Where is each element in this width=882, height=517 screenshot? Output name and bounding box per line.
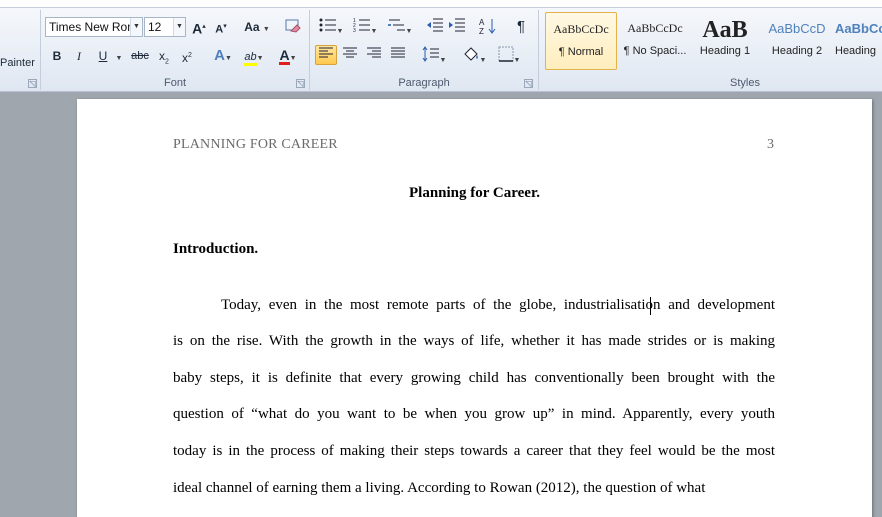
- grow-font-icon: A: [192, 20, 203, 37]
- grow-font-button[interactable]: A▴: [190, 17, 208, 37]
- format-painter-button[interactable]: Painter: [0, 57, 35, 69]
- align-center-button[interactable]: [340, 46, 360, 66]
- font-name-combo[interactable]: Times New Rom ▼: [45, 17, 143, 37]
- style-no-spacing[interactable]: AaBbCcDc ¶ No Spaci...: [619, 12, 691, 70]
- borders-button[interactable]: ▼: [495, 46, 523, 66]
- paint-bucket-icon: [463, 47, 478, 61]
- chevron-down-icon[interactable]: ▼: [130, 18, 142, 36]
- numbering-icon: 123: [353, 18, 370, 34]
- style-name: Heading 2: [771, 45, 823, 57]
- text-effects-icon: A: [214, 47, 225, 64]
- justify-icon: [391, 47, 405, 58]
- style-sample: AaBbCc: [835, 21, 882, 36]
- style-sample: AaBbCcDc: [553, 22, 609, 36]
- style-sample: AaBbCcDc: [627, 21, 683, 35]
- sort-button[interactable]: AZ: [478, 17, 498, 37]
- font-color-button[interactable]: A▼: [274, 46, 302, 66]
- font-size-value: 12: [148, 20, 162, 34]
- svg-text:Z: Z: [479, 27, 484, 35]
- section-heading: Introduction.: [173, 241, 259, 257]
- style-name: Heading 1: [699, 45, 751, 57]
- font-launcher-icon[interactable]: ◹: [296, 79, 305, 88]
- paragraph-line: baby steps, it is definite that every gr…: [173, 370, 775, 386]
- style-heading-2[interactable]: AaBbCcD Heading 2: [761, 12, 833, 70]
- decrease-indent-icon: [427, 18, 443, 32]
- decrease-indent-button[interactable]: [425, 17, 445, 37]
- multilevel-list-icon: [387, 19, 405, 31]
- align-left-button[interactable]: [315, 45, 337, 65]
- ribbon: Painter ◹ Times New Rom ▼ 12 ▼ A▴ A▾ Aa …: [0, 0, 882, 92]
- highlight-button[interactable]: ab▼: [240, 46, 268, 66]
- text-cursor: [650, 297, 651, 315]
- text-effects-button[interactable]: A▼: [210, 46, 236, 66]
- multilevel-list-button[interactable]: ▼: [385, 17, 415, 37]
- bullets-icon: [319, 18, 336, 32]
- subscript-button[interactable]: x2: [155, 46, 173, 66]
- align-right-button[interactable]: [364, 46, 384, 66]
- svg-text:A: A: [479, 18, 485, 27]
- paragraph-launcher-icon[interactable]: ◹: [524, 79, 533, 88]
- paragraph-line: question of “what do you want to be when…: [173, 406, 775, 422]
- page-number: 3: [767, 137, 774, 152]
- svg-text:3: 3: [353, 28, 356, 33]
- paragraph-line: today is in the process of making their …: [173, 443, 775, 459]
- font-group-label: Font: [163, 77, 186, 89]
- underline-button[interactable]: U: [94, 46, 112, 66]
- line-spacing-icon: [422, 46, 439, 62]
- align-left-icon: [319, 47, 333, 58]
- increase-indent-button[interactable]: [447, 17, 467, 37]
- line-spacing-button[interactable]: ▼: [420, 46, 448, 66]
- style-sample: AaBbCcD: [768, 21, 826, 36]
- clear-formatting-icon: [285, 19, 301, 33]
- font-name-value: Times New Rom: [49, 20, 138, 34]
- underline-dropdown[interactable]: ▼: [114, 46, 124, 66]
- bullets-button[interactable]: ▼: [316, 17, 346, 37]
- paragraph-line: is on the rise. With the growth in the w…: [173, 333, 775, 349]
- change-case-button[interactable]: Aa ▼: [243, 17, 271, 37]
- change-case-icon: Aa: [244, 20, 260, 34]
- paragraph-line: ideal channel of earning them a living. …: [173, 480, 706, 496]
- style-name: ¶ Normal: [558, 46, 604, 58]
- superscript-button[interactable]: x2: [178, 46, 196, 66]
- sort-icon: AZ: [479, 18, 496, 36]
- shading-button[interactable]: ▼: [460, 46, 488, 66]
- document-page[interactable]: PLANNING FOR CAREER 3 Planning for Caree…: [77, 99, 872, 517]
- font-size-combo[interactable]: 12 ▼: [144, 17, 186, 37]
- styles-gallery: AaBbCcDc ¶ Normal AaBbCcDc ¶ No Spaci...…: [543, 12, 882, 72]
- styles-group-label: Styles: [730, 77, 760, 89]
- clipboard-launcher-icon[interactable]: ◹: [28, 79, 37, 88]
- style-heading-1[interactable]: AaB Heading 1: [689, 12, 761, 70]
- paragraph-group-label: Paragraph: [398, 77, 450, 89]
- paragraph-line: Today, even in the most remote parts of …: [221, 297, 775, 313]
- style-sample: AaB: [702, 17, 748, 43]
- show-marks-button[interactable]: ¶: [512, 17, 530, 37]
- style-name: ¶ No Spaci...: [623, 45, 687, 57]
- font-color-icon: A: [279, 47, 290, 65]
- increase-indent-icon: [449, 18, 465, 32]
- bold-button[interactable]: B: [48, 46, 66, 66]
- chevron-down-icon[interactable]: ▼: [173, 18, 185, 36]
- borders-icon: [498, 46, 514, 62]
- style-normal[interactable]: AaBbCcDc ¶ Normal: [545, 12, 617, 70]
- style-heading-3[interactable]: AaBbCc Heading: [835, 12, 882, 70]
- ribbon-top-strip: [0, 0, 882, 8]
- highlight-icon: ab: [244, 51, 257, 66]
- align-center-icon: [343, 47, 357, 58]
- running-header: PLANNING FOR CAREER: [173, 137, 338, 152]
- align-right-icon: [367, 47, 381, 58]
- justify-button[interactable]: [388, 46, 408, 66]
- italic-button[interactable]: I: [70, 46, 88, 66]
- style-name: Heading: [835, 45, 876, 57]
- strikethrough-button[interactable]: abc: [128, 46, 152, 66]
- shrink-font-button[interactable]: A▾: [212, 17, 230, 37]
- numbering-button[interactable]: 1 2 3 ▼: [350, 17, 380, 37]
- clear-formatting-button[interactable]: [283, 17, 303, 37]
- group-separator: [40, 10, 41, 90]
- document-title: Planning for Career.: [409, 185, 540, 201]
- group-separator: [538, 10, 539, 90]
